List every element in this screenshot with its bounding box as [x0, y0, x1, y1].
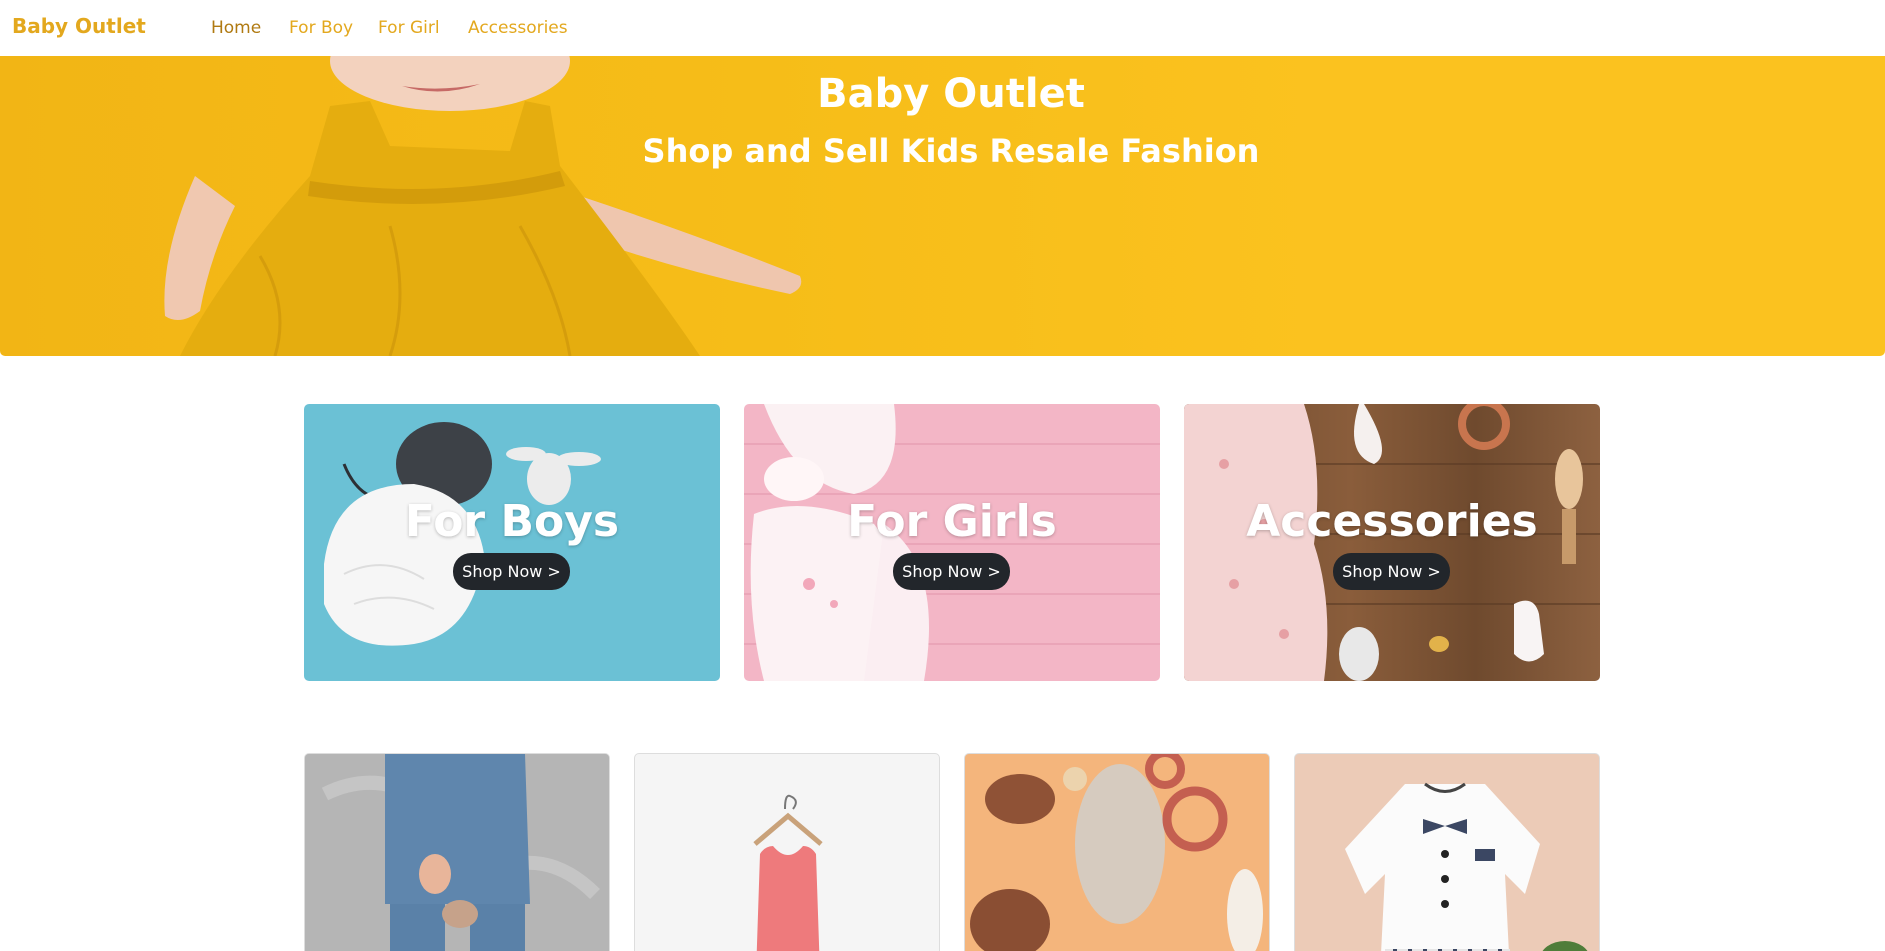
hero-title: Baby Outlet	[817, 71, 1085, 117]
shop-now-girls-button[interactable]: Shop Now >	[893, 553, 1010, 590]
category-title-accessories: Accessories	[1246, 496, 1538, 547]
product-image-pink-dress	[753, 794, 823, 951]
product-card-denim-outfit[interactable]	[304, 753, 610, 951]
category-card-accessories[interactable]: Accessories Shop Now >	[1184, 404, 1600, 681]
product-card-pink-dress[interactable]	[634, 753, 940, 951]
hero-banner: Baby Outlet Shop and Sell Kids Resale Fa…	[0, 56, 1885, 356]
brand-logo-link[interactable]: Baby Outlet	[12, 14, 146, 38]
nav-link-for-girl[interactable]: For Girl	[378, 18, 440, 38]
category-title-girls: For Girls	[847, 496, 1057, 547]
category-card-girls[interactable]: For Girls Shop Now >	[744, 404, 1160, 681]
hero-subtitle: Shop and Sell Kids Resale Fashion	[642, 132, 1260, 170]
top-navbar: Baby Outlet Home For Boy For Girl Access…	[0, 0, 1885, 56]
product-image-denim-outfit	[305, 754, 609, 951]
product-image-white-suit	[1345, 782, 1588, 951]
product-card-accessory-set[interactable]	[964, 753, 1270, 951]
category-title-boys: For Boys	[404, 496, 620, 547]
product-image-accessory-set	[970, 754, 1263, 951]
product-card-white-suit[interactable]	[1294, 753, 1600, 951]
category-card-boys[interactable]: For Boys Shop Now >	[304, 404, 720, 681]
shop-now-accessories-button[interactable]: Shop Now >	[1333, 553, 1450, 590]
shop-now-boys-button[interactable]: Shop Now >	[453, 553, 570, 590]
nav-link-for-boy[interactable]: For Boy	[289, 18, 353, 38]
nav-link-accessories[interactable]: Accessories	[468, 18, 568, 38]
nav-link-home[interactable]: Home	[211, 18, 261, 38]
